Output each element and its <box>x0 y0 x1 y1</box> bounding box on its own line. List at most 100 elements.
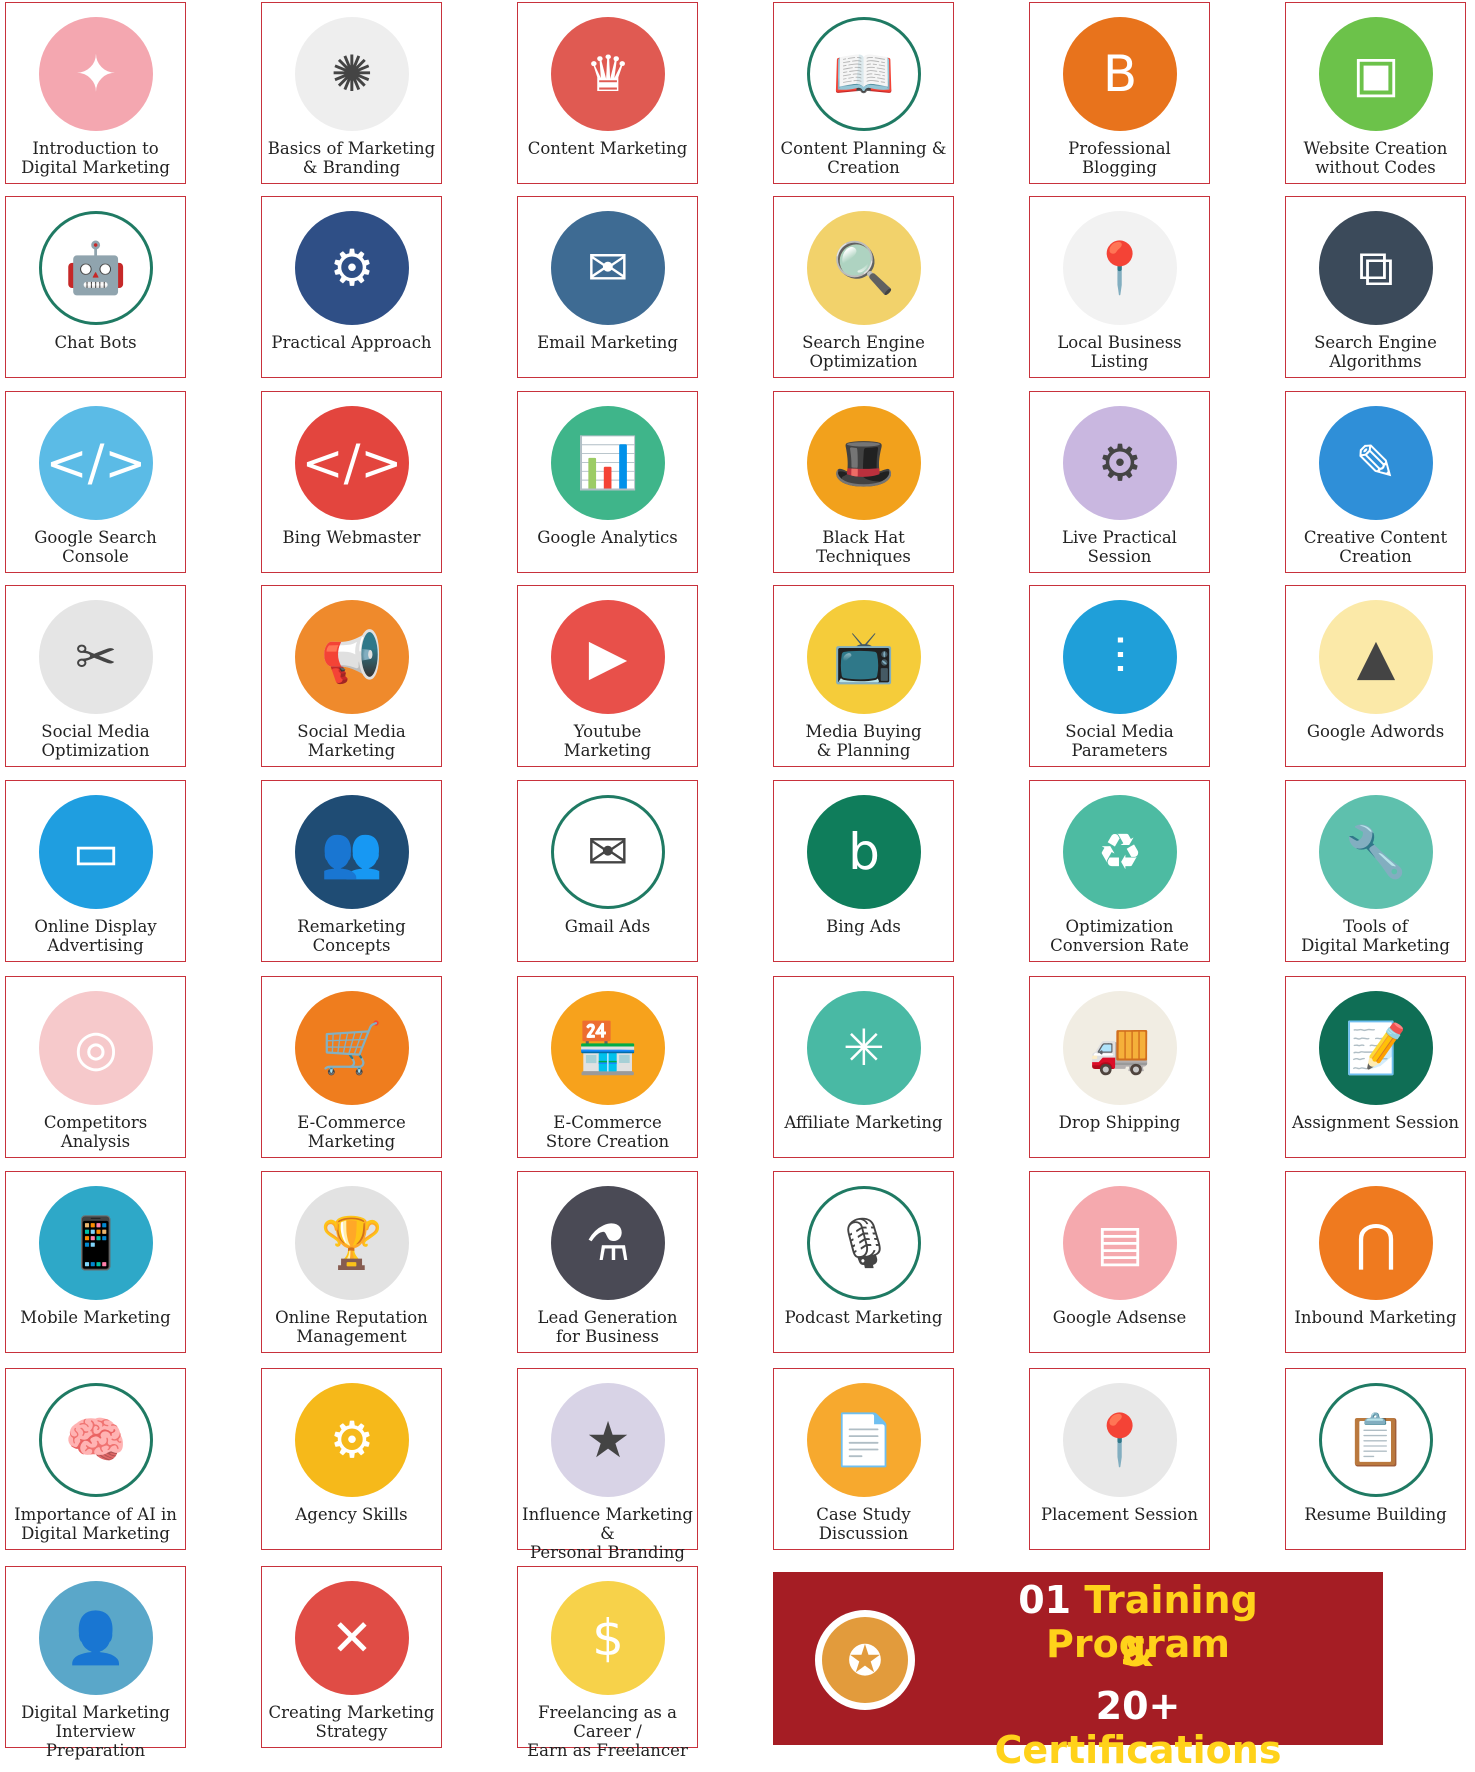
course-card: ▶ Youtube Marketing <box>517 585 698 767</box>
magnet-icon: ⋂ <box>1319 1186 1433 1300</box>
icon-glyph: </> <box>45 434 147 492</box>
course-card-label: Affiliate Marketing <box>784 1113 943 1132</box>
icon-glyph: 🔧 <box>1344 823 1408 881</box>
icon-glyph: 🔍 <box>832 239 896 297</box>
course-card-label: Basics of Marketing & Branding <box>267 139 436 177</box>
course-card-label: Chat Bots <box>54 333 137 352</box>
course-card-label: Content Marketing <box>527 139 688 158</box>
course-card-label: Placement Session <box>1041 1505 1198 1524</box>
banner-ampersand: & <box>1121 1631 1155 1675</box>
checklist-icon: 📝 <box>1319 991 1433 1105</box>
megaphone-icon: 📢 <box>295 600 409 714</box>
interview-icon: 👤 <box>39 1581 153 1695</box>
icon-glyph: $ <box>592 1609 624 1667</box>
head-gears-icon: ⚙ <box>295 1383 409 1497</box>
course-card-label: Gmail Ads <box>564 917 651 936</box>
course-card-label: Podcast Marketing <box>784 1308 943 1327</box>
icon-glyph: 🏪 <box>576 1019 640 1077</box>
smartphone-hand-icon: 📱 <box>39 1186 153 1300</box>
television-icon: 📺 <box>807 600 921 714</box>
course-card-label: Lead Generation for Business <box>537 1308 678 1346</box>
course-card: ♻ Optimization Conversion Rate <box>1029 780 1210 962</box>
course-card: ✳ Affiliate Marketing <box>773 976 954 1158</box>
course-card: 🔧 Tools of Digital Marketing <box>1285 780 1466 962</box>
icon-glyph: ⚙ <box>329 1411 375 1469</box>
display-screen-icon: ▭ <box>39 795 153 909</box>
course-card: 🏪 E-Commerce Store Creation <box>517 976 698 1158</box>
shopping-cart-icon: 🛒 <box>295 991 409 1105</box>
course-modules-grid: ✦ Introduction to Digital Marketing ✺ Basic… <box>0 0 1475 1760</box>
course-card: 🎙 Podcast Marketing <box>773 1171 954 1353</box>
audience-cycle-icon: 👥 <box>295 795 409 909</box>
icon-glyph: ▣ <box>1352 45 1400 103</box>
icon-glyph: ♛ <box>585 45 631 103</box>
branding-collage-icon: ✺ <box>295 17 409 131</box>
icon-glyph: ⚗ <box>585 1214 631 1272</box>
star-network-icon: ★ <box>551 1383 665 1497</box>
code-window-icon: </> <box>295 406 409 520</box>
team-workstation-icon: ⚙ <box>295 211 409 325</box>
course-card: 📱 Mobile Marketing <box>5 1171 186 1353</box>
tools-network-icon: ✂ <box>39 600 153 714</box>
course-card-label: Media Buying & Planning <box>805 722 922 760</box>
course-card-label: Mobile Marketing <box>20 1308 171 1327</box>
course-card-label: Influence Marketing & Personal Branding <box>522 1505 693 1562</box>
banner-program-count: 01 <box>1018 1578 1072 1622</box>
course-card: 🏆 Online Reputation Management <box>261 1171 442 1353</box>
live-session-icon: ⚙ <box>1063 406 1177 520</box>
icon-glyph: 👤 <box>64 1609 128 1667</box>
course-card-label: Digital Marketing Interview Preparation <box>21 1703 170 1760</box>
course-card-label: Social Media Optimization <box>41 722 150 760</box>
course-card-label: Creative Content Creation <box>1303 528 1448 566</box>
course-card-label: Google Adwords <box>1306 722 1445 741</box>
radar-target-icon: ◎ <box>39 991 153 1105</box>
monitor-website-icon: ▣ <box>1319 17 1433 131</box>
icon-glyph: 📖 <box>832 45 896 103</box>
icon-glyph: 🤖 <box>64 239 128 297</box>
icon-glyph: 📍 <box>1088 239 1152 297</box>
course-card-label: Content Planning & Creation <box>780 139 947 177</box>
course-card: ✕ Creating Marketing Strategy <box>261 1566 442 1748</box>
course-card-label: Google Analytics <box>537 528 678 547</box>
network-hub-icon: ✳ <box>807 991 921 1105</box>
course-card: 👤 Digital Marketing Interview Preparation <box>5 1566 186 1760</box>
course-card: 🚚 Drop Shipping <box>1029 976 1210 1158</box>
course-card: 📄 Case Study Discussion <box>773 1368 954 1550</box>
course-card: 🤖 Chat Bots <box>5 196 186 378</box>
icon-glyph: ⋂ <box>1355 1214 1397 1272</box>
award-medal-icon: ✪ <box>815 1610 915 1710</box>
banner-certification-text: Certifications <box>994 1728 1282 1772</box>
icon-glyph: ✕ <box>331 1609 373 1667</box>
course-card-label: Agency Skills <box>295 1505 408 1524</box>
course-card-label: Inbound Marketing <box>1294 1308 1457 1327</box>
course-card: ▤ Google Adsense <box>1029 1171 1210 1353</box>
flask-chart-icon: ⚗ <box>551 1186 665 1300</box>
analytics-magnifier-icon: 📊 <box>551 406 665 520</box>
trophy-icon: 🏆 <box>295 1186 409 1300</box>
black-hat-icon: 🎩 <box>807 406 921 520</box>
seo-magnifier-icon: 🔍 <box>807 211 921 325</box>
course-card-label: Drop Shipping <box>1058 1113 1181 1132</box>
icon-glyph: 🏆 <box>320 1214 384 1272</box>
icon-glyph: 📍 <box>1088 1411 1152 1469</box>
course-card: 📋 Resume Building <box>1285 1368 1466 1550</box>
course-card: ▣ Website Creation without Codes <box>1285 2 1466 184</box>
course-card: 🔍 Search Engine Optimization <box>773 196 954 378</box>
course-card: ⚙ Agency Skills <box>261 1368 442 1550</box>
icon-glyph: ▶ <box>588 628 628 686</box>
certification-banner: ✪ 01 Training Program & 20+ Certificatio… <box>773 1572 1383 1772</box>
course-card: ⚙ Live Practical Session <box>1029 391 1210 573</box>
course-card-label: Google Adsense <box>1052 1308 1187 1327</box>
course-card: ⚙ Practical Approach <box>261 196 442 378</box>
course-card-label: E-Commerce Store Creation <box>545 1113 670 1151</box>
course-card: 📍 Local Business Listing <box>1029 196 1210 378</box>
course-card-label: Youtube Marketing <box>563 722 652 760</box>
algorithm-flowchart-icon: ⧉ <box>1319 211 1433 325</box>
course-card: </> Google Search Console <box>5 391 186 573</box>
blogger-logo-icon: B <box>1063 17 1177 131</box>
icon-glyph: ✺ <box>331 45 373 103</box>
icon-glyph: ▲ <box>1356 628 1396 686</box>
icon-glyph: ✦ <box>75 45 117 103</box>
course-card: ▲ Google Adwords <box>1285 585 1466 767</box>
open-book-icon: 📖 <box>807 17 921 131</box>
